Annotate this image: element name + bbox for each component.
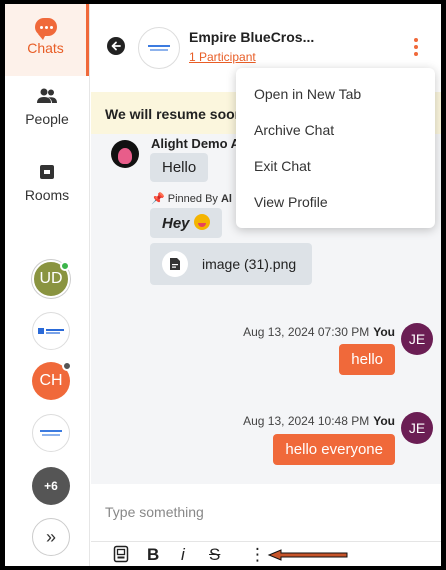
company-logo-icon (38, 328, 64, 334)
menu-item-open-new-tab[interactable]: Open in New Tab (236, 76, 435, 112)
incoming-message-hey[interactable]: Hey (150, 208, 222, 238)
bold-button[interactable]: B (147, 545, 159, 565)
pinned-by: Al (220, 193, 232, 205)
nav-people[interactable]: People (5, 88, 89, 127)
arrow-left-icon (111, 41, 121, 51)
contact-avatar-logo[interactable] (32, 312, 70, 350)
double-chevron-right-icon: » (45, 526, 56, 547)
contact-avatar-logo-2[interactable] (32, 414, 70, 452)
outgoing-message[interactable]: hello everyone (273, 434, 395, 465)
chat-app-window: Chats People Rooms UD CH +6 » Empire Blu… (5, 4, 441, 566)
chat-options-menu: Open in New Tab Archive Chat Exit Chat V… (236, 68, 435, 228)
self-avatar: JE (401, 323, 433, 355)
menu-item-view-profile[interactable]: View Profile (236, 184, 435, 220)
contact-avatar-ch[interactable]: CH (32, 361, 72, 400)
message-meta: Aug 13, 2024 07:30 PM You (243, 325, 395, 339)
message-author: You (373, 325, 395, 339)
nav-rooms-label: Rooms (24, 187, 70, 203)
more-options-button[interactable]: ⋮ (249, 545, 266, 565)
pinned-prefix: Pinned By (167, 193, 218, 205)
menu-item-exit-chat[interactable]: Exit Chat (236, 148, 435, 184)
italic-button[interactable]: i (181, 545, 185, 565)
pin-icon: 📌 (151, 193, 165, 205)
annotation-arrow-icon (267, 549, 348, 561)
kebab-menu-icon[interactable] (413, 38, 419, 60)
expand-rail-button[interactable]: » (32, 518, 70, 556)
incoming-message-hello[interactable]: Hello (150, 153, 209, 182)
message-input[interactable]: Type something (91, 484, 441, 542)
strikethrough-button[interactable]: S (209, 545, 220, 565)
company-logo-icon (148, 45, 170, 51)
more-contacts-button[interactable]: +6 (32, 467, 70, 505)
message-composer: Type something B i S ⋮ (91, 484, 441, 566)
company-logo-icon (40, 430, 62, 436)
sender-name: Alight Demo A (151, 136, 241, 151)
nav-rooms[interactable]: Rooms (5, 164, 89, 203)
more-count: +6 (44, 479, 58, 493)
participants-link[interactable]: 1 Participant (189, 50, 256, 64)
message-time: Aug 13, 2024 07:30 PM (243, 325, 370, 339)
online-status-dot (60, 261, 70, 271)
file-name: image (31).png (202, 256, 297, 272)
avatar-initials: UD (39, 270, 63, 287)
back-button[interactable] (107, 37, 125, 55)
nav-chats-label: Chats (27, 40, 64, 56)
format-toolbar: B i S ⋮ (91, 542, 441, 566)
file-attachment[interactable]: image (31).png (150, 243, 312, 285)
menu-item-archive-chat[interactable]: Archive Chat (236, 112, 435, 148)
file-icon (162, 251, 188, 277)
hey-text: Hey (162, 215, 190, 232)
chat-header: Empire BlueCros... 1 Participant (91, 4, 441, 76)
left-rail: Chats People Rooms UD CH +6 » (5, 4, 90, 566)
message-placeholder: Type something (105, 504, 204, 520)
sender-avatar (111, 140, 139, 168)
chat-title: Empire BlueCros... (189, 29, 315, 45)
self-avatar: JE (401, 412, 433, 444)
contact-avatar-ud[interactable]: UD (32, 260, 70, 298)
message-meta: Aug 13, 2024 10:48 PM You (243, 414, 395, 428)
people-icon (37, 88, 57, 103)
group-avatar (138, 27, 180, 69)
pinned-label: 📌 Pinned By Al (151, 192, 232, 205)
bot-icon[interactable] (113, 545, 129, 563)
message-author: You (373, 414, 395, 428)
nav-chats[interactable]: Chats (5, 4, 89, 76)
chat-bubble-icon (34, 18, 57, 40)
rooms-icon (40, 165, 54, 179)
outgoing-message[interactable]: hello (339, 344, 395, 375)
status-dot (62, 361, 72, 371)
tongue-emoji-icon (193, 214, 210, 230)
nav-people-label: People (25, 111, 69, 127)
message-time: Aug 13, 2024 10:48 PM (243, 414, 370, 428)
avatar-initials: CH (39, 372, 63, 389)
